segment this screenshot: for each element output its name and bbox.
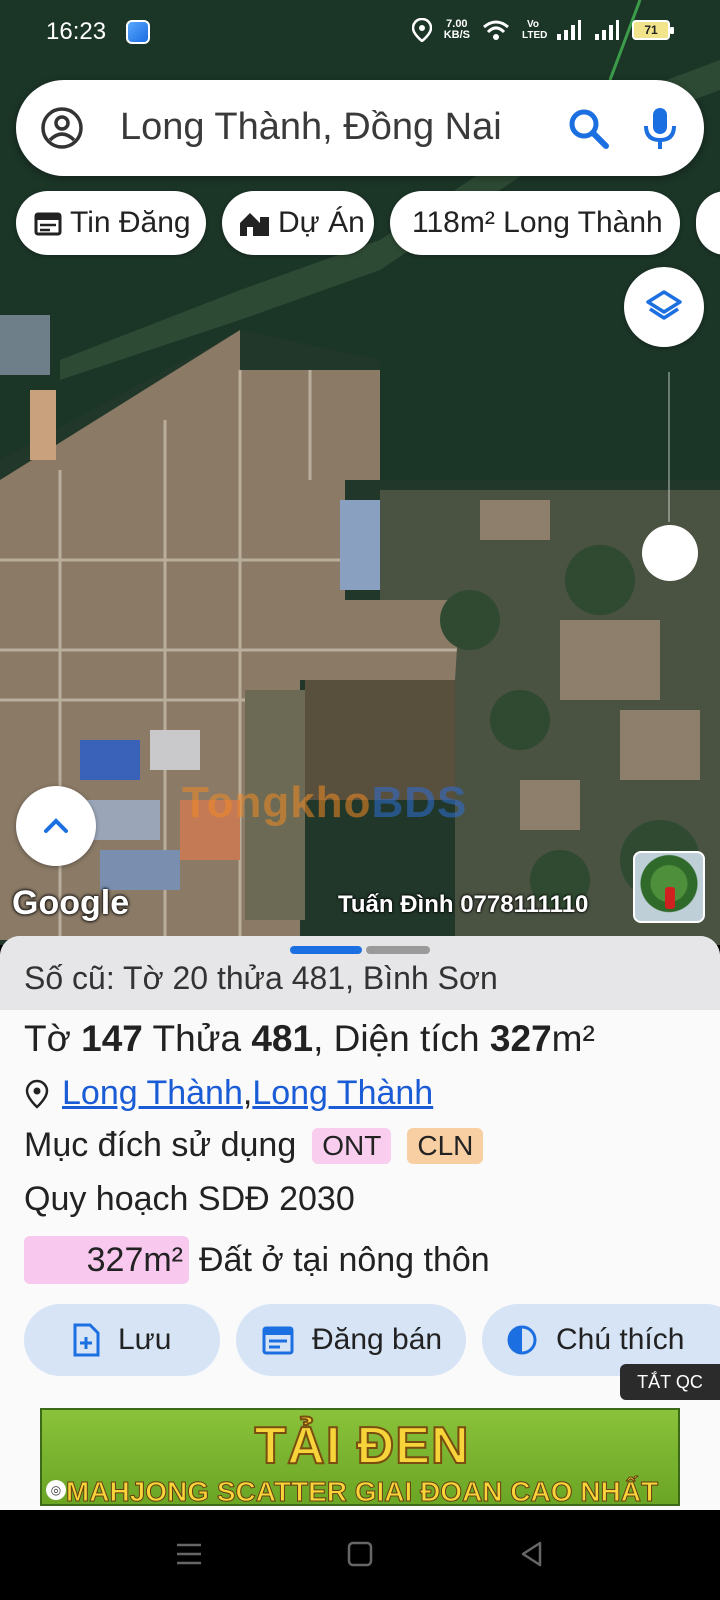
chip-du-an[interactable]: Dự Án <box>222 191 374 255</box>
author-credit: Tuấn Đình 0778111110 <box>338 891 589 918</box>
location-line: Long Thành, Long Thành <box>24 1074 433 1113</box>
contrast-icon <box>507 1325 537 1355</box>
watermark: TongkhoBDS <box>182 778 468 827</box>
plan-title: Quy hoạch SDĐ 2030 <box>24 1180 355 1218</box>
calendar-icon <box>34 212 62 236</box>
status-bar: 16:23 7.00 KB/S Vo LTED 71 <box>0 0 720 62</box>
ad-banner[interactable]: TẢI ĐEN MAHJONG SCATTER GIAI ĐOAN CAO NH… <box>40 1408 680 1506</box>
chip-label: Tin Đăng <box>70 206 191 239</box>
land-usage: Mục đích sử dụng ONT CLN <box>24 1126 484 1165</box>
ad-choices-icon[interactable]: ◎ <box>46 1480 66 1500</box>
sheet-header[interactable]: Số cũ: Tờ 20 thửa 481, Bình Sơn <box>0 936 720 1010</box>
ward-link[interactable]: Long Thành <box>252 1074 433 1113</box>
building-icon <box>240 213 269 236</box>
plan-area-row: 327m² Đất ở tại nông thôn <box>24 1236 490 1284</box>
usage-tag-cln[interactable]: CLN <box>407 1127 484 1164</box>
plan-area-value: 327m² <box>24 1236 189 1284</box>
plan-area-desc: Đất ở tại nông thôn <box>199 1240 490 1279</box>
mic-icon[interactable] <box>636 104 684 152</box>
pager-indicator-active <box>290 946 362 954</box>
filter-chips: Tin Đăng Dự Án 118m² Long Thành <box>16 191 720 255</box>
expand-up-button[interactable] <box>16 786 96 866</box>
battery-icon: 71 <box>632 20 674 40</box>
parcel-info-sheet[interactable]: Số cũ: Tờ 20 thửa 481, Bình Sơn Tờ 147 T… <box>0 936 720 1510</box>
save-button[interactable]: Lưu <box>24 1304 220 1376</box>
search-icon[interactable] <box>564 104 612 152</box>
post-icon <box>262 1326 294 1355</box>
chip-118m2[interactable]: 118m² Long Thành <box>390 191 680 255</box>
wifi-icon <box>483 20 509 40</box>
back-icon[interactable] <box>518 1540 546 1568</box>
zoom-track <box>668 372 670 522</box>
search-bar[interactable]: Long Thành, Đồng Nai <box>16 80 704 176</box>
chip-label: 118m² Long Thành <box>412 206 663 239</box>
location-icon <box>411 18 432 42</box>
district-link[interactable]: Long Thành <box>62 1074 243 1113</box>
hide-ads-button[interactable]: TẮT QC <box>620 1364 720 1400</box>
chip-label: Dự Án <box>278 206 365 239</box>
signal-icon-2 <box>595 20 619 40</box>
status-time: 16:23 <box>46 18 107 45</box>
old-parcel-text: Số cũ: Tờ 20 thửa 481, Bình Sơn <box>24 960 498 996</box>
save-icon <box>73 1323 100 1357</box>
chip-more[interactable] <box>696 191 720 255</box>
post-sale-button[interactable]: Đăng bán <box>236 1304 466 1376</box>
home-icon[interactable] <box>346 1540 374 1568</box>
layers-button[interactable] <box>624 267 704 347</box>
search-query[interactable]: Long Thành, Đồng Nai <box>120 106 502 149</box>
account-icon[interactable] <box>40 106 84 150</box>
system-nav-bar <box>0 1510 720 1600</box>
street-view-thumbnail[interactable] <box>633 851 705 923</box>
signal-icon <box>557 20 581 40</box>
chip-tin-dang[interactable]: Tin Đăng <box>16 191 206 255</box>
ad-subtitle: MAHJONG SCATTER GIAI ĐOAN CAO NHẤT <box>65 1476 659 1506</box>
parcel-title: Tờ 147 Thửa 481, Diện tích 327m² <box>24 1018 595 1059</box>
volte-label: Vo LTED <box>522 19 548 41</box>
status-icons: 7.00 KB/S Vo LTED 71 <box>411 18 674 42</box>
zoom-handle[interactable] <box>642 525 698 581</box>
satellite-map[interactable]: 16:23 7.00 KB/S Vo LTED 71 Long Thành, Đ… <box>0 0 720 945</box>
ad-title: TẢI ĐEN <box>254 1416 470 1476</box>
net-speed: 7.00 KB/S <box>443 18 470 41</box>
chevron-up-icon <box>44 818 68 833</box>
location-pin-icon <box>25 1079 49 1109</box>
pager-indicator <box>366 946 430 954</box>
google-logo: Google <box>12 884 130 922</box>
app-notification-icon <box>126 20 150 44</box>
menu-icon[interactable] <box>174 1540 204 1568</box>
usage-tag-ont[interactable]: ONT <box>312 1127 392 1164</box>
layers-icon <box>646 290 682 320</box>
